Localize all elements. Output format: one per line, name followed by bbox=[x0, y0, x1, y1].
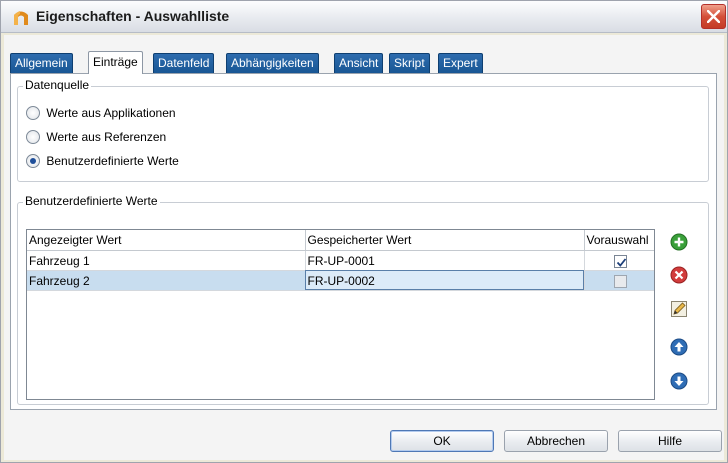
table-row[interactable]: Fahrzeug 1 FR-UP-0001 bbox=[27, 250, 654, 271]
title-bar[interactable]: Eigenschaften - Auswahlliste bbox=[1, 1, 727, 33]
cell-gespeicherter-wert-editing[interactable]: FR-UP-0002 bbox=[305, 270, 585, 291]
app-logo-icon bbox=[14, 11, 28, 25]
values-grid[interactable]: Angezeigter Wert Gespeicherter Wert Vora… bbox=[26, 229, 655, 400]
radio-werte-applikationen[interactable]: Werte aus Applikationen bbox=[26, 105, 176, 123]
move-down-icon[interactable] bbox=[670, 372, 688, 390]
add-icon[interactable] bbox=[670, 233, 688, 251]
cell-angezeigter-wert[interactable]: Fahrzeug 1 bbox=[27, 250, 306, 271]
dialog-window: Eigenschaften - Auswahlliste Allgemein E… bbox=[0, 0, 728, 463]
cell-vorauswahl[interactable] bbox=[584, 270, 654, 291]
column-header-vorauswahl[interactable]: Vorauswahl bbox=[584, 230, 654, 251]
column-header-gespeicherter-wert[interactable]: Gespeicherter Wert bbox=[305, 230, 585, 251]
window-title: Eigenschaften - Auswahlliste bbox=[36, 8, 230, 24]
table-row-selected[interactable]: Fahrzeug 2 FR-UP-0002 bbox=[27, 270, 654, 291]
radio-label: Werte aus Applikationen bbox=[46, 105, 176, 120]
tab-datenfeld[interactable]: Datenfeld bbox=[153, 53, 215, 73]
tab-eintraege[interactable]: Einträge bbox=[88, 51, 143, 74]
radio-label: Benutzerdefinierte Werte bbox=[46, 153, 179, 168]
tab-ansicht[interactable]: Ansicht bbox=[334, 53, 384, 73]
close-button[interactable] bbox=[701, 4, 726, 29]
custom-values-legend: Benutzerdefinierte Werte bbox=[23, 194, 160, 208]
cell-angezeigter-wert[interactable]: Fahrzeug 2 bbox=[27, 270, 306, 291]
cell-vorauswahl[interactable] bbox=[584, 250, 654, 271]
column-header-angezeigter-wert[interactable]: Angezeigter Wert bbox=[27, 230, 306, 251]
radio-button-selected[interactable] bbox=[26, 153, 40, 168]
ok-button[interactable]: OK bbox=[390, 430, 494, 452]
datenquelle-group: Datenquelle Werte aus Applikationen Wert… bbox=[17, 78, 709, 182]
radio-button[interactable] bbox=[26, 129, 40, 144]
vorauswahl-checkbox[interactable] bbox=[613, 274, 627, 288]
radio-label: Werte aus Referenzen bbox=[46, 129, 167, 144]
radio-benutzerdefinierte-werte[interactable]: Benutzerdefinierte Werte bbox=[26, 153, 179, 171]
tab-expert[interactable]: Expert bbox=[438, 53, 483, 73]
tab-skript[interactable]: Skript bbox=[389, 53, 430, 73]
tab-allgemein[interactable]: Allgemein bbox=[10, 53, 73, 73]
vorauswahl-checkbox-checked[interactable] bbox=[613, 254, 627, 268]
radio-button[interactable] bbox=[26, 105, 40, 120]
checkmark-icon bbox=[616, 258, 626, 267]
benutzerdefinierte-werte-group: Benutzerdefinierte Werte Angezeigter Wer… bbox=[17, 194, 709, 405]
move-up-icon[interactable] bbox=[670, 338, 688, 356]
cell-gespeicherter-wert[interactable]: FR-UP-0001 bbox=[305, 250, 585, 271]
cancel-button[interactable]: Abbrechen bbox=[504, 430, 608, 452]
grid-header-row: Angezeigter Wert Gespeicherter Wert Vora… bbox=[27, 230, 654, 251]
delete-icon[interactable] bbox=[670, 266, 688, 284]
close-icon bbox=[707, 10, 720, 23]
tab-panel-eintraege: Datenquelle Werte aus Applikationen Wert… bbox=[10, 73, 717, 410]
radio-werte-referenzen[interactable]: Werte aus Referenzen bbox=[26, 129, 166, 147]
edit-icon[interactable] bbox=[670, 300, 688, 318]
tab-abhaengigkeiten[interactable]: Abhängigkeiten bbox=[226, 53, 319, 73]
datenquelle-legend: Datenquelle bbox=[23, 78, 92, 92]
dialog-content: Allgemein Einträge Datenfeld Abhängigkei… bbox=[4, 35, 724, 460]
help-button[interactable]: Hilfe bbox=[618, 430, 722, 452]
